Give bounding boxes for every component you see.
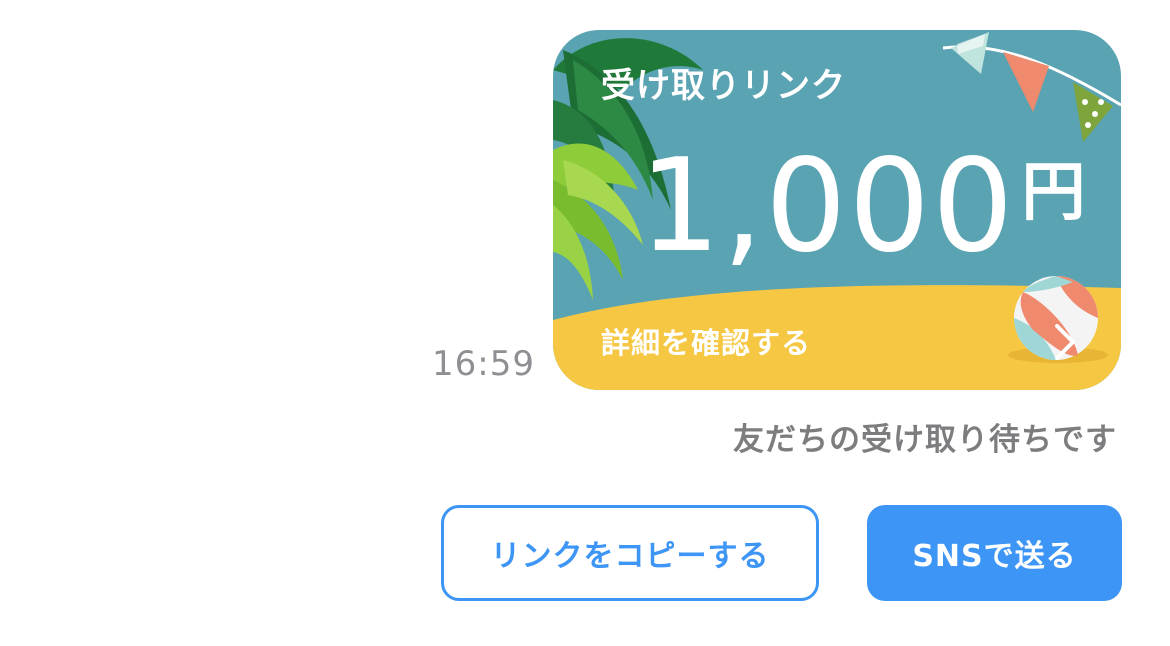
chevron-right-icon[interactable] xyxy=(1045,320,1085,364)
copy-link-button[interactable]: リンクをコピーする xyxy=(441,505,819,601)
receive-link-card[interactable]: 受け取りリンク 1,000円 詳細を確認する xyxy=(553,30,1121,390)
amount-value: 1,000 xyxy=(639,132,1016,281)
bunting-flags-icon xyxy=(942,32,1121,142)
send-via-sns-button[interactable]: SNSで送る xyxy=(867,505,1122,601)
card-title: 受け取りリンク xyxy=(601,66,846,106)
currency-label: 円 xyxy=(1021,156,1086,230)
status-text: 友だちの受け取り待ちです xyxy=(733,422,1117,458)
details-link[interactable]: 詳細を確認する xyxy=(601,320,811,362)
message-timestamp: 16:59 xyxy=(432,344,535,384)
amount-display: 1,000円 xyxy=(639,132,1085,281)
